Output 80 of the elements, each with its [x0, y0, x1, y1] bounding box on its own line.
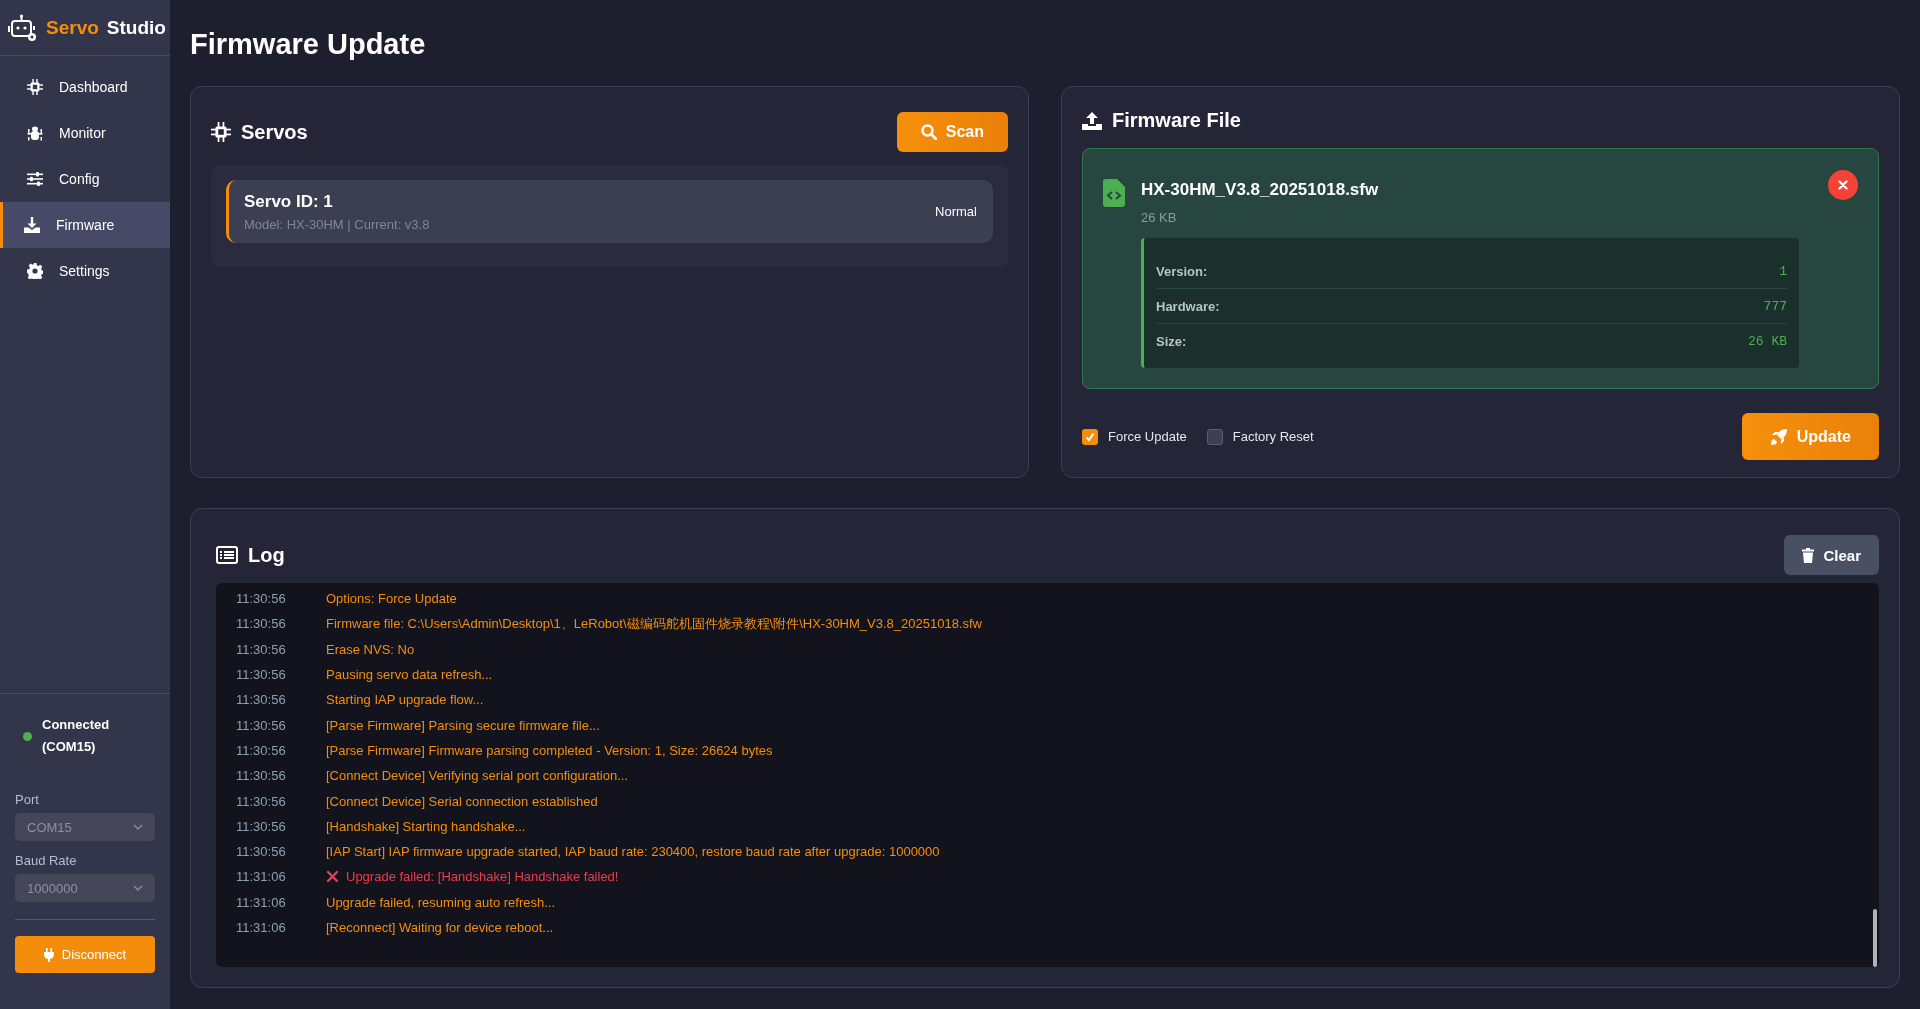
page-title: Firmware Update — [190, 27, 427, 62]
file-size: 26 KB — [1141, 210, 1178, 225]
log-message: [IAP Start] IAP firmware upgrade started, IAP baud rate: 230400, restore baud rate after upgrade: 1000000 — [326, 844, 940, 860]
log-time: 11:30:56 — [236, 616, 287, 632]
plug-icon — [43, 947, 54, 962]
app-name: Studio — [106, 16, 166, 39]
log-time: 11:31:06 — [236, 869, 287, 885]
log-time: 11:30:56 — [236, 818, 287, 834]
detail-value: 26 KB — [1748, 333, 1787, 349]
servo-details: Model: HX-30HM | Current: v3.8 — [244, 217, 430, 232]
servo-status: Normal — [935, 204, 977, 219]
list-icon — [216, 546, 238, 564]
close-icon — [1838, 180, 1848, 190]
nav-item[interactable]: Dashboard — [0, 64, 170, 110]
sliders-icon — [27, 171, 43, 187]
port-label: Port — [15, 792, 40, 807]
panel-title: Firmware File — [1112, 109, 1241, 132]
connection-status: Connected (COM15) — [42, 716, 111, 756]
log-message: Upgrade failed: [Handshake] Handshake failed! — [346, 869, 619, 885]
checkbox[interactable] — [1082, 428, 1098, 445]
log-message: Starting IAP upgrade flow... — [326, 692, 484, 708]
nav-item[interactable]: Firmware — [0, 202, 170, 248]
log-message: Upgrade failed, resuming auto refresh... — [326, 894, 556, 910]
chevron-down-icon — [133, 824, 143, 830]
clear-button[interactable]: Clear — [1784, 535, 1879, 575]
log-message: [Connect Device] Serial connection established — [326, 793, 598, 809]
upload-icon — [1082, 111, 1102, 130]
baud-rate-label: Baud Rate — [15, 853, 78, 868]
log-message: Firmware file: C:\Users\Admin\Desktop\1、LeRobot\磁编码舵机固件烧录教程\附件\HX-30HM_V3.8_20251018.sfw — [326, 614, 982, 633]
nav-item[interactable]: Monitor — [0, 110, 170, 156]
log-time: 11:30:56 — [236, 844, 287, 860]
app-name-accent: Servo — [46, 16, 99, 39]
log-time: 11:30:56 — [236, 742, 287, 758]
scrollbar-thumb[interactable] — [1873, 909, 1877, 967]
detail-label: Hardware: — [1156, 298, 1220, 314]
bug-icon — [27, 125, 43, 141]
check-icon — [1085, 431, 1095, 442]
nav-item[interactable]: Settings — [0, 248, 170, 294]
log-time: 11:30:56 — [236, 793, 287, 809]
remove-file-button[interactable] — [1828, 170, 1858, 200]
detail-label: Size: — [1156, 333, 1187, 349]
log-time: 11:30:56 — [236, 591, 287, 607]
checkbox-label: Force Update — [1108, 429, 1187, 444]
panel-title: Servos — [241, 120, 308, 144]
log-message: [Reconnect] Waiting for device reboot... — [326, 920, 554, 935]
file-name: HX-30HM_V3.8_20251018.sfw — [1141, 179, 1380, 201]
trash-icon — [1802, 547, 1815, 563]
panel-title: Log — [248, 543, 285, 567]
log-time: 11:30:56 — [236, 641, 287, 657]
download-icon — [24, 217, 40, 233]
log-time: 11:31:06 — [236, 920, 287, 935]
checkbox-label: Factory Reset — [1232, 429, 1314, 444]
log-time: 11:30:56 — [236, 717, 287, 733]
servo-item[interactable]: Servo ID: 1 Model: HX-30HM | Current: v3.8 Normal — [226, 180, 993, 243]
log-message: Options: Force Update — [326, 591, 457, 607]
nav-item[interactable]: Config — [0, 156, 170, 202]
log-message: [Parse Firmware] Parsing secure firmware file... — [326, 717, 600, 733]
robot-icon — [8, 13, 38, 42]
checkbox[interactable] — [1206, 428, 1223, 445]
log-message: Pausing servo data refresh... — [326, 667, 493, 683]
gear-icon — [27, 263, 43, 279]
detail-value: 1 — [1779, 263, 1787, 279]
log-message: [Connect Device] Verifying serial port configuration... — [326, 768, 629, 784]
chip-icon — [27, 79, 43, 95]
chevron-down-icon — [133, 885, 143, 891]
log-message: Erase NVS: No — [326, 641, 415, 657]
code-file-icon — [1103, 179, 1125, 207]
chip-icon — [211, 122, 231, 142]
servo-title: Servo ID: 1 — [244, 191, 334, 213]
error-icon — [326, 870, 339, 884]
log-message: [Parse Firmware] Firmware parsing completed - Version: 1, Size: 26624 bytes — [326, 742, 773, 758]
log-time: 11:31:06 — [236, 894, 287, 910]
detail-label: Version: — [1156, 263, 1208, 279]
log-time: 11:30:56 — [236, 667, 287, 683]
detail-value: 777 — [1763, 298, 1787, 314]
search-icon — [920, 124, 937, 140]
log-message: [Handshake] Starting handshake... — [326, 818, 526, 834]
log-time: 11:30:56 — [236, 692, 287, 708]
log-time: 11:30:56 — [236, 768, 287, 784]
rocket-icon — [1769, 427, 1788, 446]
